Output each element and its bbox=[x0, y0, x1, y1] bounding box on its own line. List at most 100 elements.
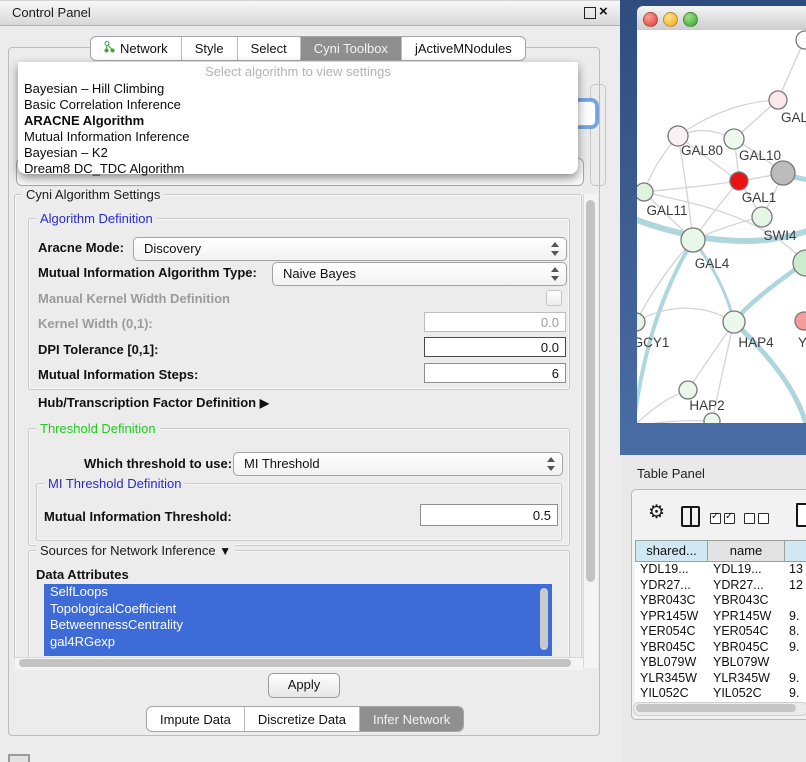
tab-label: Select bbox=[251, 41, 287, 56]
network-node[interactable] bbox=[730, 172, 748, 190]
manual-kernel-width-checkbox[interactable] bbox=[546, 290, 562, 306]
tab-infer-network[interactable]: Infer Network bbox=[359, 707, 463, 731]
network-node[interactable] bbox=[796, 31, 806, 49]
node-label: GAL4 bbox=[695, 256, 730, 271]
node-label: GAL10 bbox=[739, 148, 781, 163]
obscured-groupbox-fragment bbox=[590, 84, 606, 186]
aracne-mode-select[interactable]: Discovery bbox=[133, 237, 567, 261]
table-cell: YLR345W bbox=[713, 671, 770, 687]
settings-vscroll-thumb[interactable] bbox=[586, 200, 595, 582]
network-view[interactable]: GALGAL80GAL10GAL1GAL11SWI4GAL4GCY1HAP4YH… bbox=[637, 30, 806, 423]
settings-hscroll-thumb[interactable] bbox=[19, 659, 571, 667]
tab-cyni-toolbox[interactable]: Cyni Toolbox bbox=[300, 37, 401, 60]
algorithm-dropdown-list: Bayesian – Hill ClimbingBasic Correlatio… bbox=[22, 81, 574, 177]
deselect-all-columns-icon[interactable] bbox=[744, 511, 772, 529]
kernel-width-input[interactable] bbox=[424, 312, 566, 332]
bottom-tabs: Impute DataDiscretize DataInfer Network bbox=[146, 706, 464, 732]
network-node[interactable] bbox=[637, 183, 653, 201]
attributes-scrollbar[interactable] bbox=[540, 588, 548, 650]
algorithm-option[interactable]: ARACNE Algorithm bbox=[22, 113, 574, 129]
network-node[interactable] bbox=[681, 228, 705, 252]
table-row[interactable]: YLR345WYLR345W9. bbox=[635, 671, 806, 687]
close-traffic-light-icon[interactable] bbox=[643, 12, 658, 27]
mi-algorithm-type-select[interactable]: Naive Bayes bbox=[272, 262, 567, 286]
table-row[interactable]: YBL079WYBL079W bbox=[635, 655, 806, 671]
mi-steps-input[interactable] bbox=[424, 363, 566, 383]
hub-definition-toggle[interactable]: Hub/Transcription Factor Definition ▶ bbox=[38, 395, 269, 410]
column-header[interactable] bbox=[785, 540, 806, 562]
network-edge[interactable] bbox=[778, 41, 804, 100]
table-cell: YIL052C bbox=[713, 686, 762, 702]
table-body[interactable]: YDL19...YDL19...13YDR27...YDR27...12YBR0… bbox=[635, 562, 806, 702]
network-edge[interactable] bbox=[688, 322, 734, 390]
table-cell: YBR043C bbox=[713, 593, 769, 609]
attribute-item[interactable]: gal4RGexp bbox=[44, 634, 552, 651]
data-attributes-list[interactable]: SelfLoopsTopologicalCoefficientBetweenne… bbox=[44, 584, 552, 656]
split-columns-icon[interactable] bbox=[681, 506, 700, 527]
zoom-traffic-light-icon[interactable] bbox=[683, 12, 698, 27]
attribute-item[interactable]: TopologicalCoefficient bbox=[44, 601, 552, 618]
which-threshold-select[interactable]: MI Threshold bbox=[233, 452, 563, 476]
control-panel-titlebar: Control Panel × bbox=[0, 0, 620, 26]
table-row[interactable]: YIL052CYIL052C9. bbox=[635, 686, 806, 702]
export-table-icon[interactable] bbox=[796, 503, 806, 527]
algorithm-option[interactable]: Mutual Information Inference bbox=[22, 129, 574, 145]
data-attributes-label: Data Attributes bbox=[36, 567, 129, 582]
network-node[interactable] bbox=[752, 207, 772, 227]
tab-style[interactable]: Style bbox=[181, 37, 237, 60]
table-row[interactable]: YBR043CYBR043C bbox=[635, 593, 806, 609]
column-header[interactable]: shared... bbox=[635, 540, 708, 562]
network-node[interactable] bbox=[795, 312, 806, 330]
minimize-traffic-light-icon[interactable] bbox=[663, 12, 678, 27]
table-cell: YLR345W bbox=[640, 671, 697, 687]
table-row[interactable]: YBR045CYBR045C9. bbox=[635, 640, 806, 656]
tab-discretize-data[interactable]: Discretize Data bbox=[244, 707, 359, 731]
table-settings-gear-icon[interactable]: ⚙ bbox=[648, 501, 665, 524]
sources-toggle[interactable]: Sources for Network Inference ▼ bbox=[36, 543, 235, 558]
tab-jactivemnodules[interactable]: jActiveMNodules bbox=[401, 37, 525, 60]
table-cell: YBR045C bbox=[713, 640, 769, 656]
network-node[interactable] bbox=[769, 91, 787, 109]
network-node[interactable] bbox=[679, 381, 697, 399]
network-node[interactable] bbox=[771, 161, 795, 185]
tab-impute-data[interactable]: Impute Data bbox=[147, 707, 244, 731]
network-canvas-svg: GALGAL80GAL10GAL1GAL11SWI4GAL4GCY1HAP4YH… bbox=[637, 30, 806, 423]
column-header[interactable]: name bbox=[708, 540, 785, 562]
mi-algorithm-type-label: Mutual Information Algorithm Type: bbox=[38, 265, 257, 280]
algorithm-option[interactable]: Bayesian – K2 bbox=[22, 145, 574, 161]
mi-threshold-input[interactable] bbox=[420, 504, 558, 526]
table-row[interactable]: YDR27...YDR27...12 bbox=[635, 578, 806, 594]
algorithm-option[interactable]: Dream8 DC_TDC Algorithm bbox=[22, 161, 574, 177]
tab-select[interactable]: Select bbox=[237, 37, 300, 60]
tab-network[interactable]: Network bbox=[91, 37, 181, 60]
attribute-item[interactable]: SelfLoops bbox=[44, 584, 552, 601]
table-cell: 9. bbox=[789, 686, 799, 702]
table-hscroll-thumb[interactable] bbox=[636, 704, 796, 712]
table-row[interactable]: YER054CYER054C8. bbox=[635, 624, 806, 640]
cyni-algorithm-settings-title: Cyni Algorithm Settings bbox=[22, 187, 164, 202]
network-node[interactable] bbox=[724, 129, 744, 149]
collapsed-arrow-icon: ▶ bbox=[260, 396, 269, 410]
network-edge[interactable] bbox=[637, 308, 734, 322]
network-edge[interactable] bbox=[637, 421, 712, 423]
node-label: HAP2 bbox=[689, 398, 724, 413]
select-all-columns-icon[interactable] bbox=[710, 511, 738, 529]
close-icon[interactable]: × bbox=[599, 3, 608, 20]
apply-button[interactable]: Apply bbox=[268, 673, 340, 698]
network-node[interactable] bbox=[637, 313, 645, 331]
network-node[interactable] bbox=[723, 311, 745, 333]
node-label: GAL80 bbox=[681, 143, 723, 158]
algorithm-option[interactable]: Basic Correlation Inference bbox=[22, 97, 574, 113]
collapsed-panel-icon[interactable] bbox=[8, 754, 30, 762]
network-node[interactable] bbox=[704, 413, 720, 423]
algorithm-option[interactable]: Bayesian – Hill Climbing bbox=[22, 81, 574, 97]
float-window-icon[interactable] bbox=[584, 7, 596, 19]
network-edge[interactable] bbox=[644, 181, 739, 192]
network-window-titlebar[interactable] bbox=[637, 6, 806, 31]
attribute-item[interactable]: BetweennessCentrality bbox=[44, 617, 552, 634]
dpi-tolerance-input[interactable] bbox=[424, 337, 566, 357]
table-row[interactable]: YPR145WYPR145W9. bbox=[635, 609, 806, 625]
table-row[interactable]: YDL19...YDL19...13 bbox=[635, 562, 806, 578]
kernel-width-label: Kernel Width (0,1): bbox=[38, 316, 153, 331]
table-cell: YDL19... bbox=[713, 562, 762, 578]
